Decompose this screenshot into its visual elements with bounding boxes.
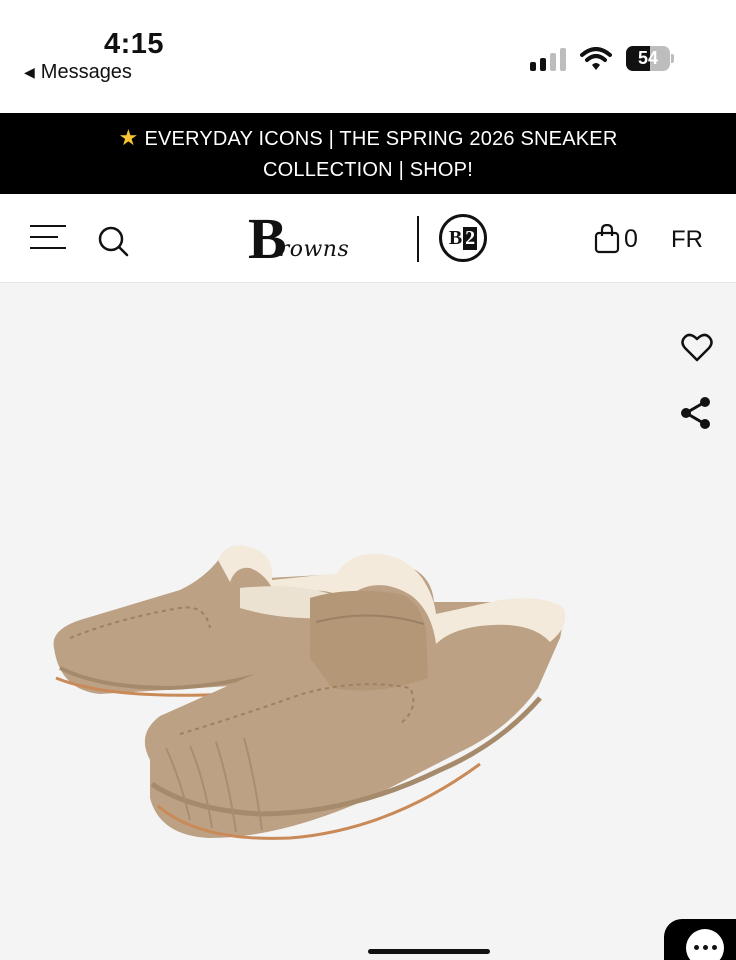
logo-divider [417, 216, 419, 262]
b2-logo-2: 2 [463, 226, 478, 250]
shopping-bag-button[interactable]: 0 [594, 224, 638, 254]
status-bar: 4:15 ◀ Messages 54 [0, 0, 736, 113]
shopping-bag-icon [594, 224, 620, 254]
language-selector[interactable]: FR [671, 226, 703, 254]
back-to-messages-link[interactable]: ◀ Messages [24, 61, 132, 84]
cellular-signal-icon [530, 47, 566, 71]
chat-bubble-icon [686, 929, 724, 960]
share-icon[interactable] [679, 396, 713, 430]
heart-icon[interactable] [681, 333, 713, 363]
logo-rest: rowns [278, 237, 350, 262]
hamburger-menu-button[interactable] [30, 225, 66, 251]
battery-indicator: 54 [626, 46, 674, 71]
b2-logo[interactable]: B2 [439, 214, 487, 262]
chat-button[interactable] [664, 919, 736, 960]
promo-banner[interactable]: ★ EVERYDAY ICONS | THE SPRING 2026 SNEAKE… [0, 113, 736, 194]
cart-count: 0 [624, 224, 638, 253]
star-icon: ★ [118, 124, 139, 150]
home-indicator [368, 949, 490, 954]
site-header: B rowns B2 0 FR [0, 194, 736, 283]
product-image[interactable] [40, 538, 580, 858]
wifi-icon [580, 46, 612, 70]
browns-logo[interactable]: B rowns [248, 210, 350, 268]
search-icon[interactable] [97, 225, 129, 257]
promo-text: EVERYDAY ICONS | THE SPRING 2026 SNEAKER… [144, 127, 618, 181]
back-triangle-icon: ◀ [24, 64, 35, 80]
back-link-label: Messages [40, 61, 132, 83]
status-time: 4:15 [104, 28, 165, 60]
battery-level-text: 54 [637, 48, 659, 68]
status-icons: 54 [530, 46, 674, 71]
b2-logo-b: B [448, 226, 463, 249]
product-gallery [0, 283, 736, 960]
